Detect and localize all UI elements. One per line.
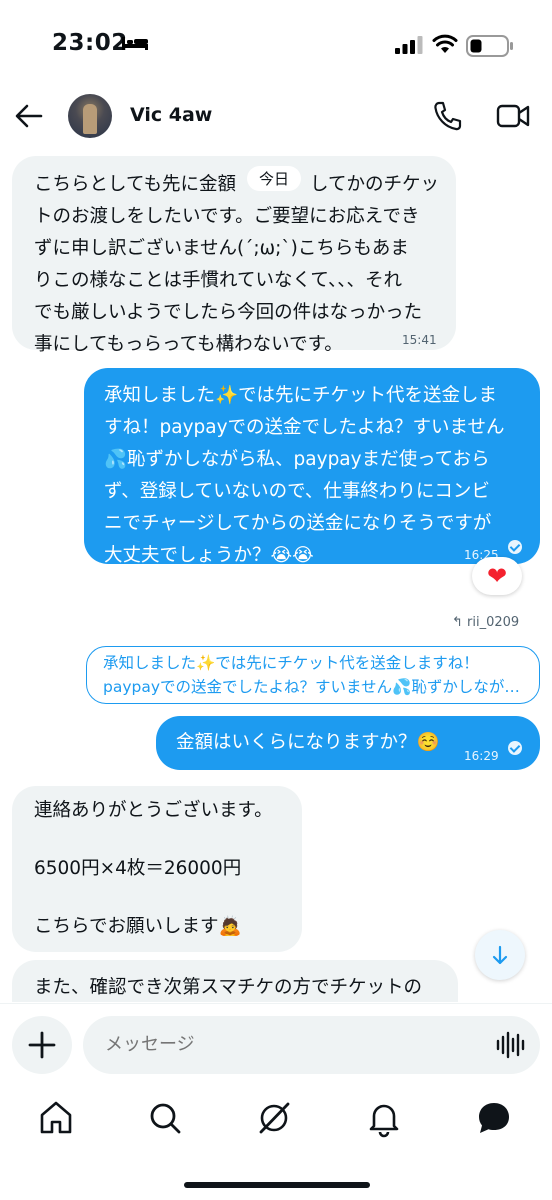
arrow-down-icon xyxy=(492,945,508,965)
message-line: こちらとしても先に金額 してかのチケッ xyxy=(34,174,439,195)
home-icon[interactable] xyxy=(36,1098,76,1138)
battery-icon xyxy=(466,35,513,57)
reply-to-label: ↰ rii_0209 xyxy=(452,615,519,630)
message-bubble-incoming[interactable]: また、確認でき次第スマチケの方でチケットの xyxy=(12,960,458,1002)
read-check-icon xyxy=(508,741,522,755)
add-attachment-button[interactable] xyxy=(12,1016,72,1074)
message-line: でも厳しいようでしたら今回の件はなっかった xyxy=(34,302,423,323)
status-time: 23:02 xyxy=(52,30,128,56)
messages-icon[interactable] xyxy=(474,1098,514,1138)
message-bubble-outgoing[interactable]: 承知しました✨では先にチケット代を送金しま すね！paypayでの送金でしたよね… xyxy=(84,368,540,566)
home-indicator xyxy=(184,1182,370,1188)
phone-icon[interactable] xyxy=(432,100,462,132)
message-line: 6500円×4枚＝26000円 xyxy=(34,858,242,879)
message-bubble-outgoing[interactable]: 金額はいくらになりますか？☺️ 16:29 xyxy=(156,716,540,770)
search-icon[interactable] xyxy=(145,1098,185,1138)
reply-username: rii_0209 xyxy=(467,615,520,630)
notifications-icon[interactable] xyxy=(364,1098,404,1138)
video-icon[interactable] xyxy=(496,102,530,130)
message-line: こちらでお願いします🙇 xyxy=(34,916,242,937)
cellular-signal-icon xyxy=(395,36,423,54)
grok-icon[interactable] xyxy=(254,1098,294,1138)
message-line: りこの様なことは手慣れていなくて、、、それ xyxy=(34,270,402,291)
message-input[interactable] xyxy=(83,1016,540,1074)
composer-divider xyxy=(0,1003,552,1004)
message-line: すね！paypayでの送金でしたよね？すいません xyxy=(104,417,505,438)
message-time: 15:41 xyxy=(402,333,437,347)
read-check-icon xyxy=(508,540,522,554)
conversation-name[interactable]: Vic 4aw xyxy=(130,104,212,126)
message-line: 💦恥ずかしながら私、paypayまだ使っておら xyxy=(104,449,490,470)
quote-line: paypayでの送金でしたよね？すいません💦恥ずかしなが… xyxy=(103,678,520,696)
message-bubble-incoming[interactable]: こちらとしても先に金額 してかのチケッ トのお渡しをしたいです。ご要望にお応えで… xyxy=(12,156,456,355)
reply-arrow-icon: ↰ xyxy=(452,615,468,630)
avatar[interactable] xyxy=(68,94,112,138)
message-line: また、確認でき次第スマチケの方でチケットの xyxy=(34,977,422,998)
message-line: トのお渡しをしたいです。ご要望にお応えでき xyxy=(34,206,420,227)
message-bubble-incoming[interactable]: 連絡ありがとうございます。 6500円×4枚＝26000円 こちらでお願いします… xyxy=(12,786,302,952)
quote-line: 承知しました✨では先にチケット代を送金しますね！ xyxy=(103,654,479,672)
message-line: ずに申し訳ございません(´;ω;`)こちらもあま xyxy=(34,238,409,259)
sleep-focus-icon xyxy=(122,37,148,50)
mic-icon[interactable] xyxy=(495,1030,525,1060)
message-time: 16:29 xyxy=(464,749,499,763)
back-arrow-icon[interactable] xyxy=(14,102,44,130)
message-line: 事にしてもっらっても構わないです。 xyxy=(34,334,343,355)
heart-reaction[interactable]: ❤ xyxy=(472,557,522,595)
plus-icon xyxy=(28,1031,56,1059)
message-line: ニでチャージしてからの送金になりそうですが xyxy=(104,513,492,534)
message-line xyxy=(34,827,302,853)
wifi-icon xyxy=(432,34,458,53)
quoted-message[interactable]: 承知しました✨では先にチケット代を送金しますね！ paypayでの送金でしたよね… xyxy=(86,646,540,704)
message-line: ず、登録していないので、仕事終わりにコンビ xyxy=(104,481,490,502)
message-line: 承知しました✨では先にチケット代を送金しま xyxy=(104,385,498,406)
message-line xyxy=(34,885,302,911)
message-line: 連絡ありがとうございます。 xyxy=(34,800,273,821)
date-divider: 今日 xyxy=(247,166,302,191)
scroll-to-bottom-button[interactable] xyxy=(475,930,525,980)
